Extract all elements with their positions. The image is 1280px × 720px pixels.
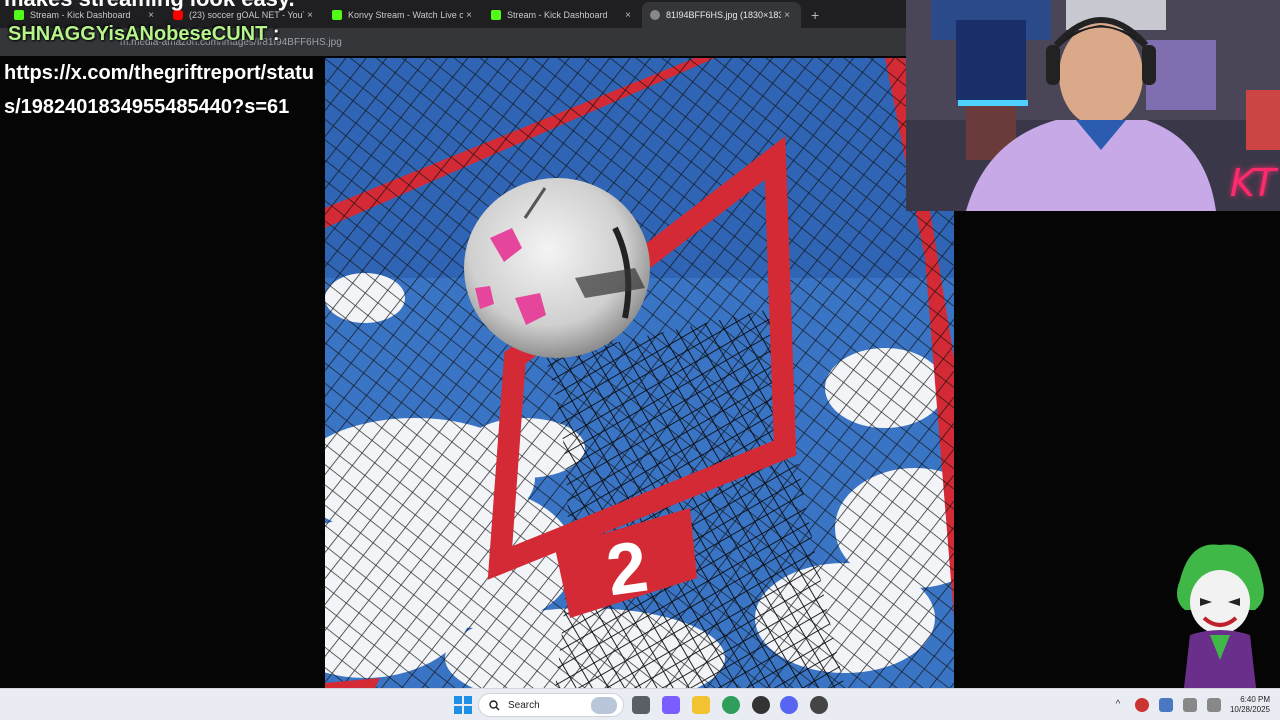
clock-date: 10/28/2025 xyxy=(1229,705,1270,714)
volume-icon[interactable] xyxy=(1206,698,1221,712)
close-icon[interactable]: × xyxy=(304,10,316,21)
tab-label: 81I94BFF6HS.jpg (1830×1830) xyxy=(666,10,781,20)
photo-illustration: 2 xyxy=(325,58,954,688)
task-view-icon[interactable] xyxy=(632,696,650,714)
chat-username: SHNAGGYisANobeseCUNT xyxy=(8,23,268,45)
browser-tab[interactable]: Konvy Stream - Watch Live on K × xyxy=(324,2,483,28)
joker-sticker xyxy=(1176,544,1264,705)
tray-chevron-icon[interactable]: ^ xyxy=(1111,698,1125,712)
clock-time: 6:40 PM xyxy=(1240,695,1270,704)
tab-label: Konvy Stream - Watch Live on K xyxy=(348,10,463,20)
taskbar-search[interactable]: Search xyxy=(478,693,624,717)
tray-app-icon[interactable] xyxy=(1134,698,1149,712)
file-explorer-icon[interactable] xyxy=(692,696,710,714)
image-icon xyxy=(650,10,660,20)
microphone-icon[interactable] xyxy=(1158,698,1173,712)
system-tray: ^ 6:40 PM 10/28/2025 xyxy=(1106,689,1280,720)
search-highlight-icon xyxy=(591,697,617,714)
app-icon[interactable] xyxy=(810,696,828,714)
chat-message: https://x.com/thegriftreport/status/1982… xyxy=(4,62,315,118)
browser-tab-active[interactable]: 81I94BFF6HS.jpg (1830×1830) × xyxy=(642,2,801,28)
soccer-net-photo: 2 xyxy=(325,58,954,688)
chrome-icon[interactable] xyxy=(722,696,740,714)
kick-icon xyxy=(491,10,501,20)
close-icon[interactable]: × xyxy=(463,10,475,21)
webcam-scene xyxy=(906,0,1280,211)
kick-icon xyxy=(332,10,342,20)
search-icon xyxy=(489,699,500,710)
tab-label: Stream - Kick Dashboard xyxy=(507,10,608,20)
discord-icon[interactable] xyxy=(780,696,798,714)
close-icon[interactable]: × xyxy=(622,10,634,21)
webcam-logo: KT xyxy=(1229,161,1276,205)
search-placeholder: Search xyxy=(508,699,540,711)
browser-tab[interactable]: Stream - Kick Dashboard × xyxy=(483,2,642,28)
taskbar: Search ^ 6:40 PM 10/28/2025 xyxy=(0,688,1280,720)
new-tab-button[interactable]: + xyxy=(801,2,829,28)
soccer-ball xyxy=(464,178,650,358)
network-icon[interactable] xyxy=(1182,698,1197,712)
windows-start-icon[interactable] xyxy=(454,696,472,714)
webcam-feed: KT xyxy=(906,0,1280,211)
top-alert-text: makes streaming look easy. xyxy=(4,0,295,12)
taskbar-clock[interactable]: 6:40 PM 10/28/2025 xyxy=(1230,695,1270,715)
copilot-icon[interactable] xyxy=(662,696,680,714)
chat-message-header: SHNAGGYisANobeseCUNT : xyxy=(8,23,280,46)
screen: Stream - Kick Dashboard × (23) soccer gO… xyxy=(0,0,1280,720)
close-icon[interactable]: × xyxy=(781,10,793,21)
obs-icon[interactable] xyxy=(752,696,770,714)
chat-colon: : xyxy=(272,23,280,45)
